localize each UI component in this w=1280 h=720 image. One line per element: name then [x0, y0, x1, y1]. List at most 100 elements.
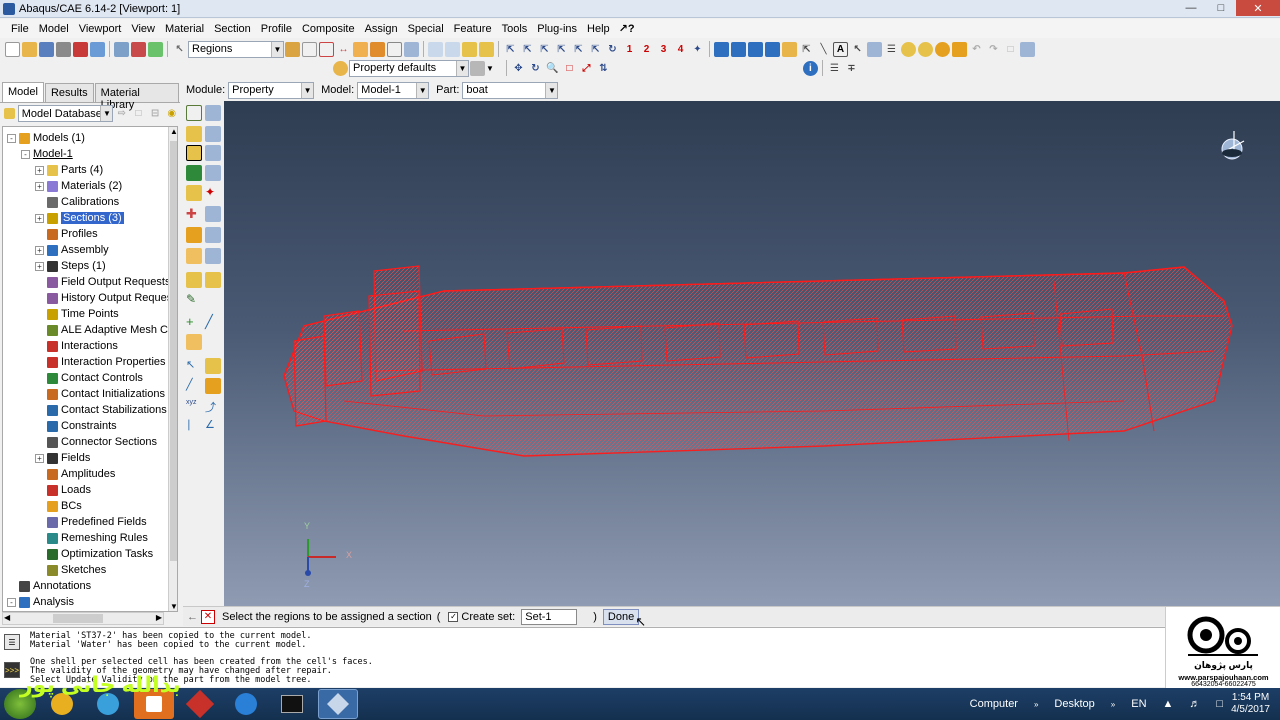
tree-item-interactions[interactable]: Interactions	[35, 338, 118, 354]
datum-point-icon[interactable]: +	[186, 314, 202, 330]
menu-model[interactable]: Model	[34, 23, 74, 35]
chevron-icon[interactable]: »	[1034, 700, 1038, 709]
grid-icon[interactable]	[114, 41, 129, 57]
tree-horizontal-scrollbar[interactable]: ◀ ▶	[2, 612, 164, 625]
print-icon[interactable]	[56, 41, 71, 57]
whats-this-icon[interactable]: ↗?	[615, 22, 639, 35]
axis-y-icon[interactable]: ⇱	[520, 42, 535, 57]
scroll-left-icon[interactable]: ◀	[4, 613, 10, 622]
tree-item-contact-initializations[interactable]: Contact Initializations	[35, 386, 165, 402]
menu-special[interactable]: Special	[403, 23, 449, 35]
display-group-remove-icon[interactable]	[935, 41, 950, 57]
tree-item-calibrations[interactable]: Calibrations	[35, 194, 119, 210]
tree-copy-icon[interactable]: □	[131, 106, 146, 121]
tree-item-sections-3[interactable]: + Sections (3)	[35, 210, 124, 226]
orientation-manager-icon[interactable]	[205, 206, 221, 222]
volume-icon[interactable]: ♬	[1189, 698, 1200, 710]
partition-edge-icon[interactable]: ╱	[186, 378, 202, 394]
display-group-icon[interactable]	[901, 41, 916, 57]
tree-item-fields[interactable]: + Fields	[35, 450, 90, 466]
tree-item-sketches[interactable]: Sketches	[35, 562, 106, 578]
viewport[interactable]: Y X Z	[224, 101, 1280, 606]
transform-xyz-icon[interactable]: xyz	[186, 399, 202, 415]
tree-item-connector-sections[interactable]: Connector Sections	[35, 434, 157, 450]
create-set-checkbox[interactable]: ✓	[448, 611, 459, 622]
assign-normals-icon[interactable]: ✦	[205, 185, 221, 201]
chevron-icon[interactable]: »	[1111, 700, 1115, 709]
menu-view[interactable]: View	[126, 23, 160, 35]
color-code-combo[interactable]: Property defaults ▼	[349, 59, 469, 77]
open-folder-icon[interactable]	[22, 41, 37, 57]
axis-xy-icon[interactable]: ⇱	[554, 42, 569, 57]
scrollbar-thumb[interactable]	[53, 614, 103, 623]
tree-item-models-1[interactable]: - Models (1)	[7, 130, 85, 146]
tree-filter-icon[interactable]: ⇨	[114, 106, 129, 121]
view-1-button[interactable]: 1	[622, 42, 637, 57]
axis-x-icon[interactable]: ⇱	[503, 42, 518, 57]
tree-item-model-1[interactable]: - Model-1	[21, 146, 73, 162]
render-hidden-icon[interactable]	[748, 41, 763, 57]
mesh-icon[interactable]	[148, 41, 163, 57]
close-icon[interactable]: ✕	[1236, 0, 1280, 16]
view-2-button[interactable]: 2	[639, 42, 654, 57]
cycle-views-icon[interactable]: ⇅	[596, 61, 611, 76]
tree-item-contact-controls[interactable]: Contact Controls	[35, 370, 143, 386]
tray-language[interactable]: EN	[1131, 698, 1146, 710]
tree-vertical-scrollbar[interactable]: ▲ ▼	[168, 127, 177, 611]
select-faces-icon[interactable]	[319, 41, 334, 57]
tree-item-remeshing-rules[interactable]: Remeshing Rules	[35, 530, 148, 546]
axis-zx-icon[interactable]: ⇱	[588, 42, 603, 57]
tree-item-analysis[interactable]: - Analysis	[7, 594, 74, 610]
tree-item-ale-adaptive-mesh-cons[interactable]: ALE Adaptive Mesh Cons	[35, 322, 177, 338]
render-shaded-icon[interactable]	[714, 41, 729, 57]
rotate-icon[interactable]: ↻	[528, 61, 543, 76]
tray-desktop[interactable]: Desktop	[1054, 698, 1094, 710]
tree-item-parts-4[interactable]: + Parts (4)	[35, 162, 103, 178]
module-combo[interactable]: Property ▼	[228, 81, 315, 99]
view-iso-icon[interactable]	[428, 41, 443, 57]
tree-item-field-output-requests[interactable]: Field Output Requests	[35, 274, 170, 290]
replace-icon[interactable]	[952, 41, 967, 57]
database-combo[interactable]: Model Database ▼	[17, 105, 114, 122]
stringer-manager-icon[interactable]	[205, 272, 221, 288]
tray-clock[interactable]: 1:54 PM 4/5/2017	[1231, 692, 1270, 716]
done-button[interactable]: Done	[602, 608, 640, 625]
model-combo[interactable]: Model-1 ▼	[357, 81, 430, 99]
view-4-button[interactable]: 4	[673, 42, 688, 57]
tree-item-annotations[interactable]: Annotations	[7, 578, 91, 594]
expand-icon[interactable]: +	[35, 245, 44, 255]
view-side-icon[interactable]	[479, 41, 494, 57]
merge-icon[interactable]	[205, 378, 221, 394]
skin-manager-icon[interactable]	[205, 248, 221, 264]
menu-material[interactable]: Material	[160, 23, 209, 35]
message-area-icon[interactable]: ☰	[4, 634, 20, 650]
menu-assign[interactable]: Assign	[360, 23, 403, 35]
tray-computer[interactable]: Computer	[970, 698, 1018, 710]
create-material-icon[interactable]	[186, 105, 202, 121]
new-file-icon[interactable]	[5, 41, 20, 57]
special-inertia-icon[interactable]: ✎	[186, 292, 202, 308]
line-tool-icon[interactable]: ╲	[816, 42, 831, 57]
tab-results[interactable]: Results	[44, 83, 94, 102]
view-front-icon[interactable]	[445, 41, 460, 57]
menu-composite[interactable]: Composite	[297, 23, 360, 35]
tray-up-icon[interactable]: ▲	[1163, 698, 1174, 710]
kernel-cli-icon[interactable]: >>>	[4, 662, 20, 678]
partition-cell-icon[interactable]	[205, 358, 221, 374]
collapse-icon[interactable]: -	[7, 597, 16, 607]
composite-manager-icon[interactable]	[205, 227, 221, 243]
collapse-icon[interactable]: -	[7, 133, 16, 143]
selection-filter-combo[interactable]: Regions ▼	[188, 40, 284, 58]
tree-item-assembly[interactable]: + Assembly	[35, 242, 109, 258]
section-manager-icon[interactable]	[205, 126, 221, 142]
tree-item-contact-stabilizations[interactable]: Contact Stabilizations	[35, 402, 167, 418]
network-icon[interactable]: □	[1216, 698, 1223, 710]
table-view-icon[interactable]	[867, 41, 882, 57]
taskbar-terminal-icon[interactable]	[272, 689, 312, 719]
menu-feature[interactable]: Feature	[449, 23, 497, 35]
scroll-down-icon[interactable]: ▼	[170, 602, 177, 611]
info-icon[interactable]: i	[802, 60, 818, 76]
create-set-input[interactable]: Set-1	[521, 608, 578, 625]
tree-collapse-icon[interactable]: ⊟	[148, 106, 163, 121]
pan-icon[interactable]: ✥	[511, 61, 526, 76]
